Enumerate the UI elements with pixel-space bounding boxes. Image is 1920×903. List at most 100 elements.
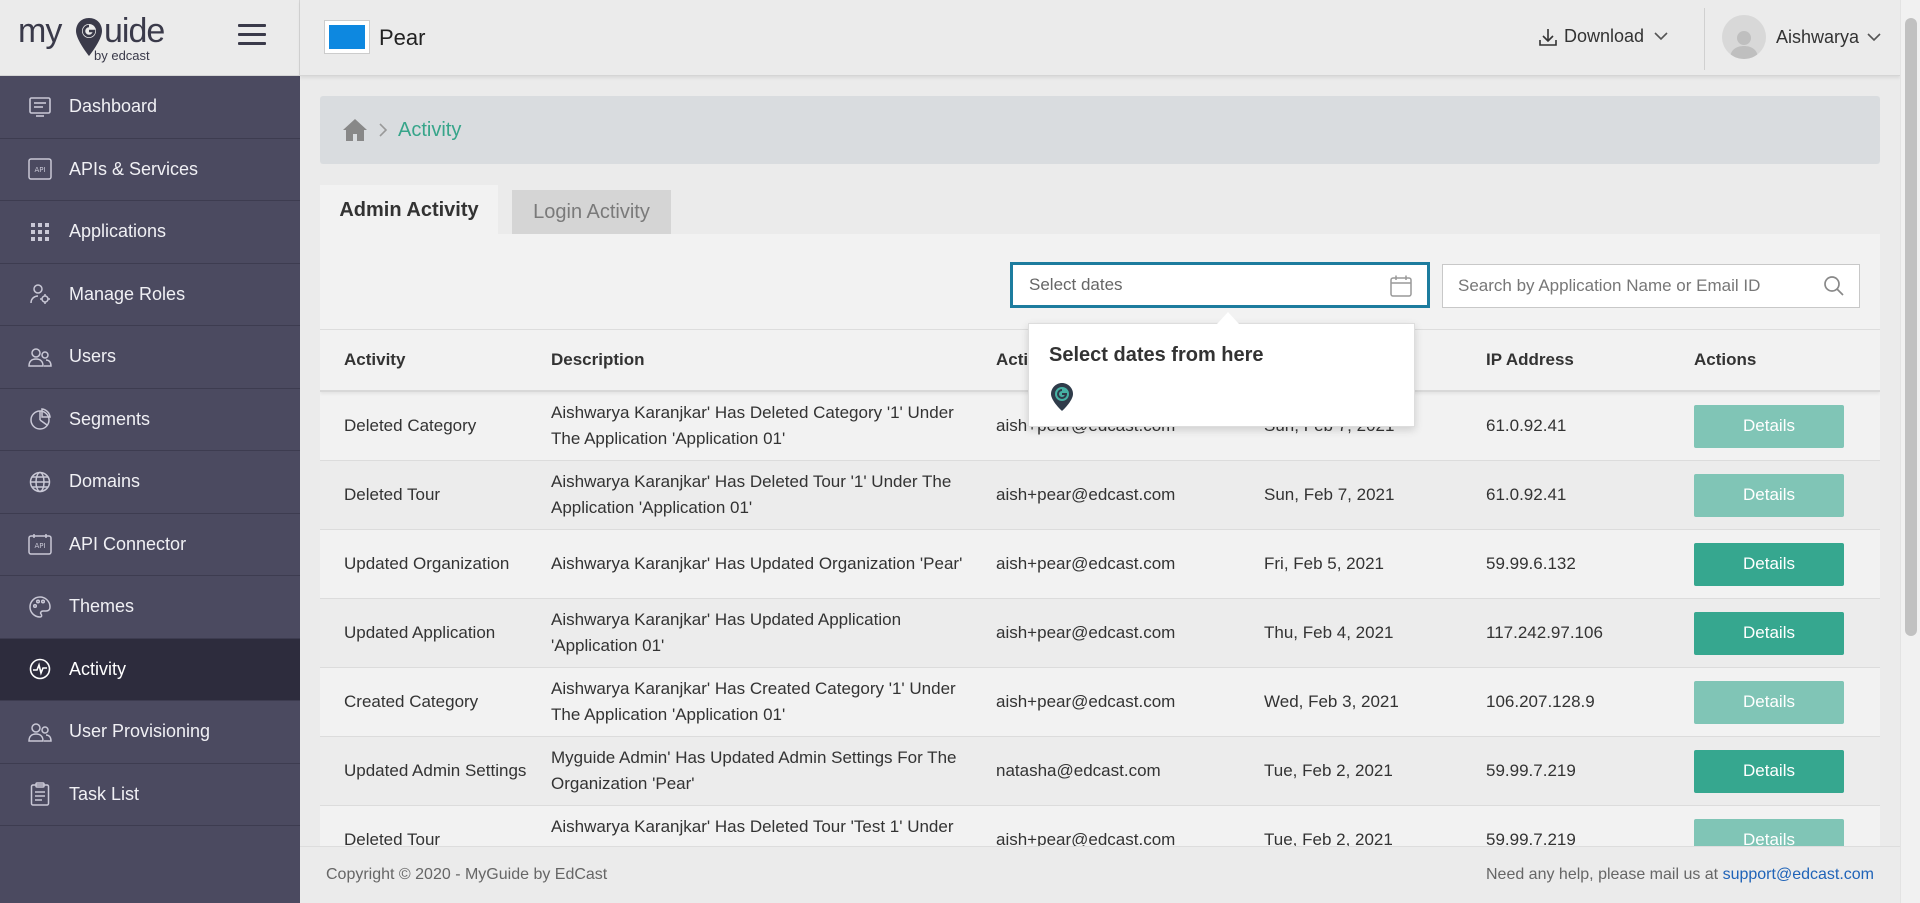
hamburger-menu-icon[interactable]: [238, 24, 266, 48]
cell-email: aish+pear@edcast.com: [996, 554, 1176, 573]
cell-description: Myguide Admin' Has Updated Admin Setting…: [551, 748, 957, 793]
cell-date: Sun, Feb 7, 2021: [1264, 485, 1395, 504]
guide-pin-icon: [1051, 383, 1073, 411]
popover-title: Select dates from here: [1049, 344, 1264, 366]
home-icon[interactable]: [342, 118, 368, 142]
sidebar-item-task-list[interactable]: Task List: [0, 764, 300, 826]
myguide-logo[interactable]: my uide by edcast: [18, 12, 165, 64]
scrollbar[interactable]: [1900, 0, 1920, 903]
users-icon: [28, 345, 52, 369]
date-range-input[interactable]: Select dates: [1010, 262, 1430, 308]
svg-text:API: API: [34, 166, 45, 174]
sidebar-item-activity[interactable]: Activity: [0, 638, 300, 701]
breadcrumb: Activity: [320, 96, 1880, 164]
chevron-right-icon: [379, 123, 388, 137]
sidebar-item-themes[interactable]: Themes: [0, 576, 300, 639]
user-gear-icon: [28, 282, 52, 306]
grid-icon: [28, 220, 52, 244]
logo-text-my: my: [18, 12, 62, 50]
cell-description: Aishwarya Karanjkar' Has Updated Organiz…: [551, 554, 963, 573]
user-menu[interactable]: Aishwarya: [1722, 15, 1881, 59]
scrollbar-thumb[interactable]: [1905, 18, 1917, 636]
sidebar-item-label: Domains: [69, 471, 141, 492]
search-icon[interactable]: [1823, 275, 1845, 297]
table-body: Deleted Category Aishwarya Karanjkar' Ha…: [320, 392, 1880, 846]
details-button[interactable]: Details: [1694, 473, 1844, 517]
column-header-ip-address: IP Address: [1486, 350, 1574, 369]
search-placeholder: Search by Application Name or Email ID: [1458, 276, 1761, 295]
dashboard-icon: [28, 95, 52, 119]
logo-bar: my uide by edcast: [0, 0, 300, 76]
cell-date: Tue, Feb 2, 2021: [1264, 830, 1393, 846]
details-button[interactable]: Details: [1694, 818, 1844, 846]
sidebar-item-dashboard[interactable]: Dashboard: [0, 76, 300, 139]
cell-email: aish+pear@edcast.com: [996, 830, 1176, 846]
user-name: Aishwarya: [1776, 26, 1860, 47]
svg-text:API: API: [34, 542, 45, 550]
org-logo: [324, 20, 370, 54]
cell-activity: Deleted Category: [344, 416, 477, 435]
details-button[interactable]: Details: [1694, 749, 1844, 793]
palette-icon: [28, 595, 52, 619]
cell-ip: 59.99.6.132: [1486, 554, 1576, 573]
details-button[interactable]: Details: [1694, 404, 1844, 448]
sidebar-item-applications[interactable]: Applications: [0, 201, 300, 264]
download-label: Download: [1564, 26, 1645, 46]
sidebar-item-domains[interactable]: Domains: [0, 451, 300, 514]
sidebar-item-users[interactable]: Users: [0, 326, 300, 389]
sidebar-item-label: Applications: [69, 221, 167, 242]
sidebar-item-manage-roles[interactable]: Manage Roles: [0, 264, 300, 326]
column-header-description: Description: [551, 350, 645, 369]
cell-date: Fri, Feb 5, 2021: [1264, 554, 1385, 573]
sidebar-item-api-connector[interactable]: API API Connector: [0, 514, 300, 576]
sidebar-item-segments[interactable]: Segments: [0, 389, 300, 451]
cell-description: Aishwarya Karanjkar' Has Updated Applica…: [551, 610, 902, 655]
avatar: [1722, 15, 1766, 59]
tab-login-activity[interactable]: Login Activity: [512, 190, 671, 235]
download-dropdown[interactable]: Download: [1538, 26, 1674, 47]
table-row: Deleted Tour Aishwarya Karanjkar' Has De…: [320, 461, 1880, 530]
cell-ip: 61.0.92.41: [1486, 485, 1567, 504]
sidebar-item-label: Dashboard: [69, 96, 158, 117]
footer: Copyright © 2020 - MyGuide by EdCast Nee…: [300, 846, 1900, 903]
cell-ip: 106.207.128.9: [1486, 692, 1595, 711]
footer-copyright: Copyright © 2020 - MyGuide by EdCast: [326, 866, 608, 883]
tab-admin-activity[interactable]: Admin Activity: [320, 185, 498, 235]
table-row: Updated Admin Settings Myguide Admin' Ha…: [320, 737, 1880, 806]
cell-description: Aishwarya Karanjkar' Has Created Categor…: [551, 679, 956, 724]
sidebar-item-label: API Connector: [69, 533, 187, 554]
cell-date: Tue, Feb 2, 2021: [1264, 761, 1393, 780]
details-button[interactable]: Details: [1694, 680, 1844, 724]
footer-help-text: Need any help, please mail us at: [1485, 866, 1719, 883]
cell-activity: Created Category: [344, 692, 479, 711]
sidebar-item-apis-services[interactable]: API APIs & Services: [0, 139, 300, 201]
logo-byline: by edcast: [94, 48, 150, 63]
cell-activity: Updated Application: [344, 623, 496, 642]
pie-icon: [28, 407, 52, 431]
date-hint-popover: Select dates from here: [1028, 312, 1415, 427]
sidebar: my uide by edcast Dashboard API APIs & S…: [0, 0, 300, 903]
cell-email: aish+pear@edcast.com: [996, 485, 1176, 504]
cell-ip: 117.242.97.106: [1486, 623, 1603, 642]
details-button[interactable]: Details: [1694, 542, 1844, 586]
api-icon: API: [28, 157, 52, 181]
activity-icon: [28, 657, 52, 681]
header-divider: [1704, 8, 1705, 70]
details-button[interactable]: Details: [1694, 611, 1844, 655]
api-connector-icon: API: [28, 532, 52, 556]
sidebar-item-label: Segments: [69, 408, 151, 429]
support-email-link[interactable]: support@edcast.com: [1723, 866, 1874, 883]
date-placeholder: Select dates: [1029, 275, 1123, 294]
cell-date: Thu, Feb 4, 2021: [1264, 623, 1394, 642]
cell-activity: Updated Admin Settings: [344, 761, 527, 780]
sidebar-item-label: Manage Roles: [69, 283, 186, 304]
sidebar-item-label: Users: [69, 346, 117, 367]
cell-description: Aishwarya Karanjkar' Has Deleted Categor…: [551, 403, 954, 448]
sidebar-item-label: Activity: [69, 658, 127, 679]
sidebar-nav: Dashboard API APIs & Services Applicatio…: [0, 76, 300, 826]
calendar-icon: [1390, 275, 1412, 297]
cell-email: aish+pear@edcast.com: [996, 692, 1176, 711]
chevron-down-icon: [1654, 32, 1668, 41]
search-input[interactable]: Search by Application Name or Email ID: [1442, 264, 1860, 308]
sidebar-item-user-provisioning[interactable]: User Provisioning: [0, 701, 300, 764]
